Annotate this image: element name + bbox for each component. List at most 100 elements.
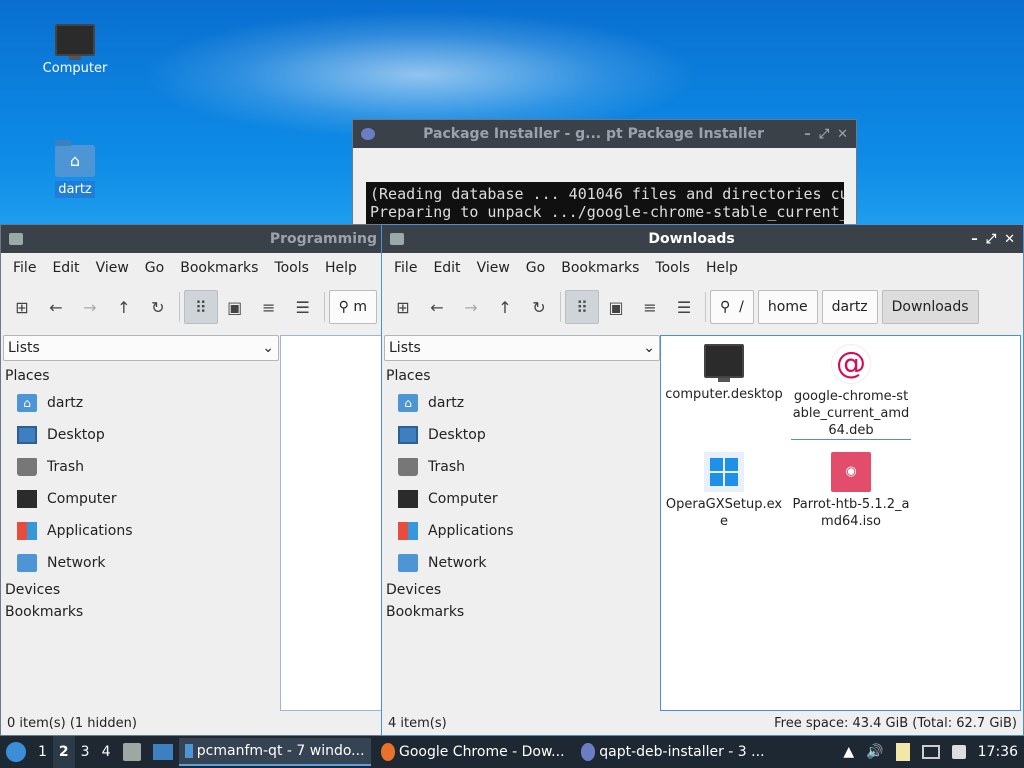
- detail-view-icon[interactable]: ☰: [286, 290, 320, 324]
- sidebar-item-dartz[interactable]: ⌂ dartz: [384, 387, 660, 419]
- volume-icon[interactable]: 🔊: [860, 736, 889, 768]
- menu-tools[interactable]: Tools: [266, 260, 317, 276]
- up-icon[interactable]: ↑: [107, 290, 141, 324]
- thumbnail-view-icon[interactable]: ▣: [218, 290, 252, 324]
- window-titlebar[interactable]: Programming: [1, 225, 381, 253]
- search-icon: ⚲: [338, 299, 349, 315]
- sidebar-item-applications[interactable]: Applications: [384, 515, 660, 547]
- file-item[interactable]: @ google-chrome-stable_current_amd64.deb: [791, 344, 911, 440]
- workspace-4[interactable]: 4: [96, 736, 117, 768]
- toolbar: ⊞ ← → ↑ ↻ ⠿ ▣ ≡ ☰ ⚲ m: [1, 283, 381, 331]
- task-label: Google Chrome - Dow...: [398, 744, 565, 760]
- workspace-2[interactable]: 2: [52, 736, 75, 768]
- menu-help[interactable]: Help: [317, 260, 365, 276]
- sidebar-item-computer[interactable]: Computer: [3, 483, 279, 515]
- file-manager-window-downloads[interactable]: Downloads – ⤢ ✕ File Edit View Go Bookma…: [381, 224, 1024, 736]
- menu-tools[interactable]: Tools: [647, 260, 698, 276]
- up-icon[interactable]: ↑: [488, 290, 522, 324]
- desktop-icon-dartz[interactable]: ⌂ dartz: [27, 140, 123, 198]
- breadcrumb-root[interactable]: ⚲ /: [710, 290, 754, 324]
- show-desktop-button[interactable]: [147, 736, 179, 768]
- network-tray-icon[interactable]: [916, 736, 946, 768]
- file-view[interactable]: computer.desktop @ google-chrome-stable_…: [660, 335, 1021, 711]
- sidebar-item-network[interactable]: Network: [384, 547, 660, 579]
- menu-help[interactable]: Help: [698, 260, 746, 276]
- file-item[interactable]: computer.desktop: [664, 344, 784, 403]
- back-icon[interactable]: ←: [420, 290, 454, 324]
- clipboard-icon[interactable]: [890, 736, 916, 768]
- desktop-icon-label: dartz: [55, 181, 95, 198]
- window-title: Downloads: [648, 231, 735, 247]
- close-icon[interactable]: ✕: [1004, 232, 1015, 247]
- menu-go[interactable]: Go: [137, 260, 172, 276]
- task-chrome[interactable]: Google Chrome - Dow...: [375, 738, 571, 766]
- file-manager-window-programming[interactable]: Programming File Edit View Go Bookmarks …: [0, 224, 382, 736]
- menu-view[interactable]: View: [88, 260, 137, 276]
- side-pane-mode-select[interactable]: Lists ⌄: [3, 335, 279, 361]
- compact-view-icon[interactable]: ≡: [252, 290, 286, 324]
- icon-view-icon[interactable]: ⠿: [565, 290, 599, 324]
- menu-file[interactable]: File: [386, 260, 425, 276]
- workspace-1[interactable]: 1: [32, 736, 53, 768]
- maximize-icon[interactable]: ⤢: [986, 232, 996, 247]
- close-icon[interactable]: ✕: [837, 127, 848, 142]
- minimize-icon[interactable]: –: [971, 232, 978, 247]
- notification-icon[interactable]: [946, 736, 972, 768]
- menu-bookmarks[interactable]: Bookmarks: [553, 260, 647, 276]
- applications-icon: [17, 522, 37, 540]
- task-qapt[interactable]: qapt-deb-installer - 3 ...: [575, 738, 771, 766]
- sidebar-item-trash[interactable]: Trash: [3, 451, 279, 483]
- sidebar-item-desktop[interactable]: Desktop: [3, 419, 279, 451]
- sidebar-item-applications[interactable]: Applications: [3, 515, 279, 547]
- new-tab-icon[interactable]: ⊞: [5, 290, 39, 324]
- forward-icon[interactable]: →: [454, 290, 488, 324]
- sidebar-item-computer[interactable]: Computer: [384, 483, 660, 515]
- task-pcmanfm[interactable]: pcmanfm-qt - 7 windo...: [178, 738, 371, 766]
- menu-file[interactable]: File: [5, 260, 44, 276]
- file-item[interactable]: OperaGXSetup.exe: [664, 452, 784, 530]
- new-tab-icon[interactable]: ⊞: [386, 290, 420, 324]
- menu-edit[interactable]: Edit: [425, 260, 468, 276]
- sidebar-item-dartz[interactable]: ⌂ dartz: [3, 387, 279, 419]
- file-manager-launcher[interactable]: [117, 736, 147, 768]
- compact-view-icon[interactable]: ≡: [633, 290, 667, 324]
- desktop-icon-computer[interactable]: Computer: [27, 24, 123, 77]
- icon-view-icon[interactable]: ⠿: [183, 290, 218, 324]
- menu-edit[interactable]: Edit: [44, 260, 87, 276]
- installer-icon: [580, 743, 596, 761]
- reload-icon[interactable]: ↻: [522, 290, 556, 324]
- start-menu-button[interactable]: [0, 736, 32, 768]
- sidebar-item-desktop[interactable]: Desktop: [384, 419, 660, 451]
- menu-go[interactable]: Go: [518, 260, 553, 276]
- path-bar[interactable]: ⚲ m: [328, 290, 377, 324]
- installer-titlebar[interactable]: Package Installer - g... pt Package Inst…: [353, 120, 856, 148]
- forward-icon[interactable]: →: [73, 290, 107, 324]
- maximize-icon[interactable]: ⤢: [819, 127, 829, 142]
- thumbnail-view-icon[interactable]: ▣: [599, 290, 633, 324]
- window-titlebar[interactable]: Downloads – ⤢ ✕: [382, 225, 1023, 253]
- file-view[interactable]: [280, 335, 382, 711]
- computer-icon: [17, 490, 37, 508]
- breadcrumb-downloads[interactable]: Downloads: [881, 290, 979, 324]
- windows-exe-icon: [704, 452, 744, 492]
- disc-image-icon: ◉: [831, 452, 871, 492]
- file-item[interactable]: ◉ Parrot-htb-5.1.2_amd64.iso: [791, 452, 911, 530]
- tray-updates-icon[interactable]: ▲: [837, 736, 860, 768]
- computer-icon: [398, 490, 418, 508]
- minimize-icon[interactable]: –: [804, 127, 811, 142]
- side-pane-mode-select[interactable]: Lists ⌄: [384, 335, 660, 361]
- back-icon[interactable]: ←: [39, 290, 73, 324]
- trash-icon: [17, 458, 37, 476]
- menu-view[interactable]: View: [469, 260, 518, 276]
- trash-icon: [398, 458, 418, 476]
- detail-view-icon[interactable]: ☰: [667, 290, 701, 324]
- workspace-3[interactable]: 3: [75, 736, 96, 768]
- menu-bookmarks[interactable]: Bookmarks: [172, 260, 266, 276]
- reload-icon[interactable]: ↻: [141, 290, 175, 324]
- clock[interactable]: 17:36: [972, 736, 1024, 768]
- breadcrumb-home[interactable]: home: [757, 290, 818, 324]
- breadcrumb-dartz[interactable]: dartz: [821, 290, 878, 324]
- sidebar-item-trash[interactable]: Trash: [384, 451, 660, 483]
- sidebar-item-network[interactable]: Network: [3, 547, 279, 579]
- folder-icon: [184, 744, 193, 758]
